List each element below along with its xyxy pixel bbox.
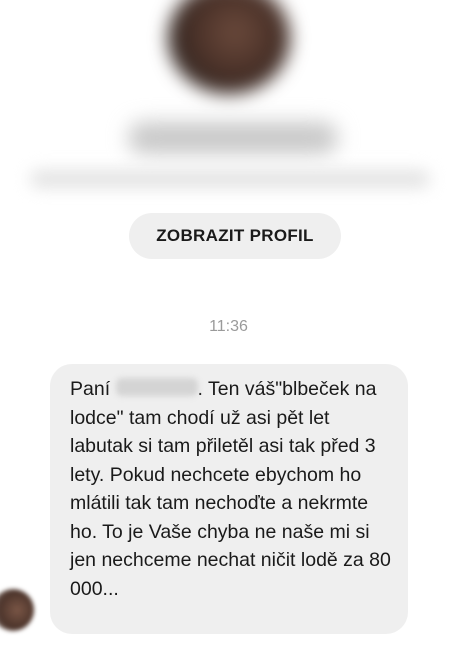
profile-subtitle-redacted [30,170,430,188]
profile-avatar [168,0,290,94]
chat-screen: ZOBRAZIT PROFIL 11:36 Paní . Ten váš"blb… [0,0,457,648]
message-body: . Ten váš"blbeček na lodce" tam chodí už… [70,378,391,600]
message-text: Paní . Ten váš"blbeček na lodce" tam cho… [70,375,394,603]
message-timestamp: 11:36 [209,318,248,335]
profile-header [0,0,457,205]
message-bubble[interactable]: Paní . Ten váš"blbeček na lodce" tam cho… [50,364,408,634]
view-profile-button[interactable]: ZOBRAZIT PROFIL [129,213,341,259]
profile-name-redacted [128,122,338,154]
message-salutation: Paní [70,378,111,400]
sender-avatar[interactable] [0,589,34,631]
redacted-name [115,378,198,396]
